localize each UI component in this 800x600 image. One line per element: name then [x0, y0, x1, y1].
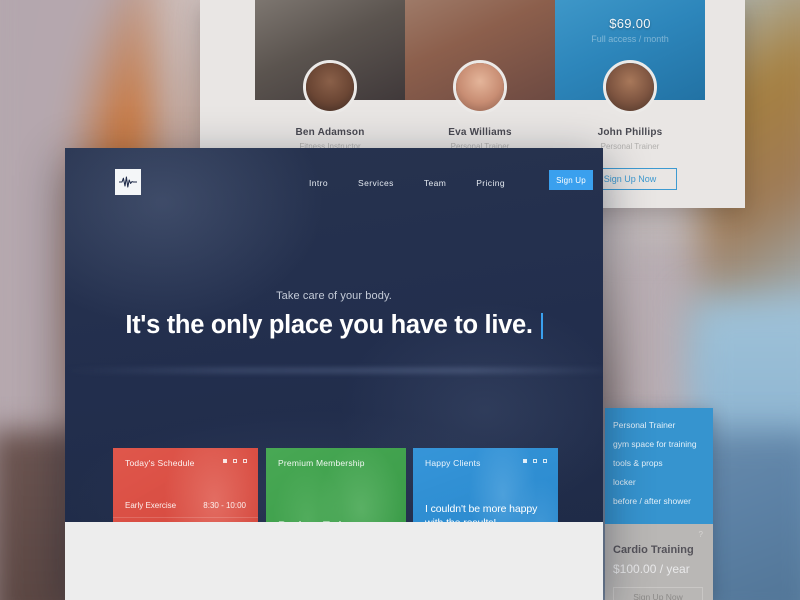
prev-dot-icon[interactable]	[533, 459, 537, 463]
next-dot-icon[interactable]	[543, 459, 547, 463]
heartbeat-pulse-icon[interactable]	[115, 169, 141, 195]
card-controls[interactable]	[223, 459, 247, 463]
hero-title: It's the only place you have to live.	[125, 311, 533, 339]
hero-kicker: Take care of your body.	[276, 290, 392, 302]
pricing-feature: locker	[613, 477, 636, 487]
signup-button[interactable]: Sign Up	[549, 170, 593, 190]
avatar	[303, 60, 357, 114]
hero-section: Intro Services Team Pricing Sign Up Take…	[65, 148, 603, 600]
pricing-card[interactable]: Personal Trainer gym space for training …	[605, 408, 713, 600]
avatar	[603, 60, 657, 114]
membership-card-heading: Premium Membership	[278, 458, 365, 468]
text-caret-icon	[540, 312, 543, 339]
team-member-name: Eva Williams	[448, 127, 512, 138]
schedule-item-time: 8:30 - 10:00	[203, 501, 246, 510]
team-card-price: $69.00	[609, 16, 651, 31]
nav-links: Intro Services Team Pricing	[309, 178, 505, 188]
pricing-feature: Personal Trainer	[613, 420, 676, 430]
avatar	[453, 60, 507, 114]
hero-barbell-streak	[65, 367, 603, 374]
nav-link-services[interactable]: Services	[358, 178, 394, 188]
nav-link-team[interactable]: Team	[424, 178, 446, 188]
testimonial-card-heading: Happy Clients	[425, 458, 481, 468]
stop-icon[interactable]	[523, 459, 527, 463]
schedule-row[interactable]: Early Exercise 8:30 - 10:00	[113, 494, 258, 517]
pricing-feature: tools & props	[613, 458, 663, 468]
hero-title-row: It's the only place you have to live.	[125, 311, 543, 340]
pricing-feature: before / after shower	[613, 496, 691, 506]
hero-copy: Take care of your body. It's the only pl…	[65, 290, 603, 340]
stop-icon[interactable]	[223, 459, 227, 463]
schedule-item-name: Early Exercise	[125, 501, 177, 510]
pricing-plan-price: $100.00 / year	[613, 562, 690, 576]
nav-link-intro[interactable]: Intro	[309, 178, 328, 188]
pricing-feature: gym space for training	[613, 439, 697, 449]
nav-link-pricing[interactable]: Pricing	[476, 178, 505, 188]
pricing-card-features: Personal Trainer gym space for training …	[605, 408, 713, 524]
next-dot-icon[interactable]	[243, 459, 247, 463]
prev-dot-icon[interactable]	[233, 459, 237, 463]
pricing-signup-button[interactable]: Sign Up Now	[613, 587, 703, 600]
schedule-card-heading: Today's Schedule	[125, 458, 195, 468]
help-icon[interactable]: ?	[699, 530, 703, 539]
navbar: Intro Services Team Pricing Sign Up	[65, 148, 603, 218]
pricing-card-summary: ? Cardio Training $100.00 / year Sign Up…	[605, 524, 713, 600]
card-controls[interactable]	[523, 459, 547, 463]
team-member-name: John Phillips	[597, 127, 663, 138]
page-white-section	[65, 522, 603, 600]
team-member-name: Ben Adamson	[295, 127, 365, 138]
pricing-plan-title: Cardio Training	[613, 544, 694, 556]
team-card-price-sub: Full access / month	[591, 34, 669, 44]
